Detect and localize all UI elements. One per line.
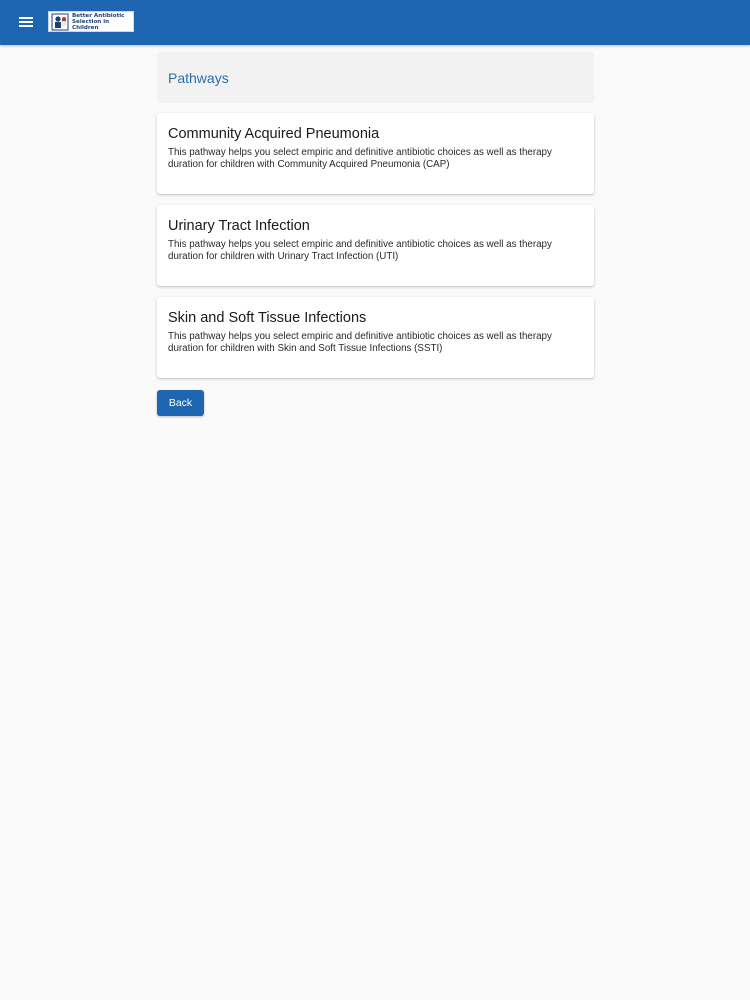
pathway-description: This pathway helps you select empiric an… (168, 331, 552, 354)
back-button[interactable]: Back (157, 390, 204, 416)
logo-text: Better Antibiotic Selection in Children (72, 12, 125, 31)
pathway-description: This pathway helps you select empiric an… (168, 239, 552, 262)
app-bar: Better Antibiotic Selection in Children (0, 0, 750, 45)
pathway-card-uti[interactable]: Urinary Tract Infection This pathway hel… (157, 205, 594, 286)
page-header: Pathways (157, 52, 594, 103)
page-title: Pathways (168, 69, 229, 86)
main-content: Pathways Community Acquired Pneumonia Th… (157, 52, 594, 416)
pathway-title: Urinary Tract Infection (168, 218, 310, 234)
pathway-title: Skin and Soft Tissue Infections (168, 310, 367, 326)
pathway-title: Community Acquired Pneumonia (168, 126, 380, 142)
menu-icon[interactable] (14, 11, 38, 33)
pathway-card-ssti[interactable]: Skin and Soft Tissue Infections This pat… (157, 297, 594, 378)
pathway-card-cap[interactable]: Community Acquired Pneumonia This pathwa… (157, 113, 594, 194)
logo-graphic-icon (50, 12, 70, 31)
app-logo[interactable]: Better Antibiotic Selection in Children (48, 11, 134, 32)
pathway-description: This pathway helps you select empiric an… (168, 147, 552, 170)
